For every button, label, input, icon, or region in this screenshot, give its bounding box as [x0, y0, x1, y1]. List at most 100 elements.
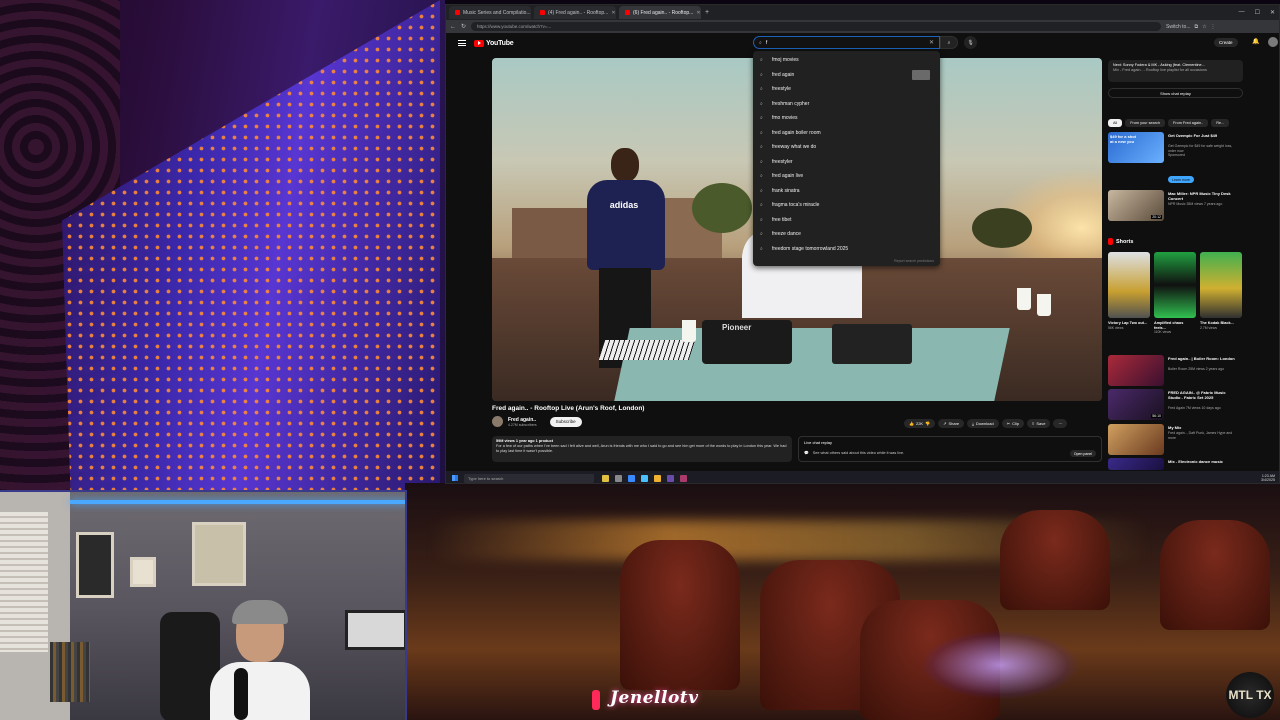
youtube-logo[interactable]: YouTube: [474, 39, 514, 47]
streamer: [200, 600, 320, 720]
menu-icon[interactable]: ⋮: [1211, 24, 1216, 30]
like-button[interactable]: 👍 22K 👎: [904, 419, 936, 428]
search-suggestion[interactable]: ⌕ fragma toca's miracle: [753, 198, 940, 213]
keyboard-synth: [598, 340, 696, 360]
app-icon[interactable]: [680, 474, 687, 482]
more-actions-button[interactable]: ⋯: [1053, 419, 1068, 428]
channel-avatar[interactable]: [492, 416, 503, 427]
mix-item[interactable]: Mix - Electronic dance music: [1108, 458, 1243, 472]
task-view-icon[interactable]: [615, 474, 622, 482]
recommendation-item[interactable]: 20:12 Mac Miller: NPR Music Tiny Desk Co…: [1108, 190, 1243, 222]
reload-icon[interactable]: ↻: [461, 23, 466, 30]
recommendation-item[interactable]: Fred again.. | Boiler Room: London Boile…: [1108, 355, 1243, 387]
search-icon: ⌕: [760, 202, 763, 209]
file-explorer-icon[interactable]: [654, 474, 661, 482]
clip-button[interactable]: ✂ Clip: [1001, 419, 1024, 428]
video-thumbnail: [1108, 355, 1164, 386]
search-suggestion[interactable]: ⌕ fmo movies: [753, 111, 940, 126]
notifications-bell-icon[interactable]: 🔔: [1252, 38, 1259, 45]
search-icon: ⌕: [760, 158, 763, 165]
extensions-icon[interactable]: ⧉: [1194, 24, 1198, 30]
open-panel-button[interactable]: Open panel: [1069, 450, 1096, 457]
new-tab-icon[interactable]: +: [705, 9, 709, 16]
search-icon: ⌕: [759, 39, 762, 46]
minimize-icon[interactable]: —: [1239, 9, 1245, 16]
wall-sign: [130, 557, 156, 587]
start-icon[interactable]: [452, 475, 458, 481]
show-chat-replay-button[interactable]: Show chat replay: [1108, 88, 1243, 98]
search-suggestion[interactable]: ⌕ fred again live: [753, 169, 940, 184]
up-next-card[interactable]: Next: Sonny Fodera & MK - Asking (feat. …: [1108, 60, 1243, 82]
account-avatar[interactable]: [1268, 37, 1278, 47]
taskbar-search-input[interactable]: Type here to search: [464, 473, 594, 483]
close-icon[interactable]: ✕: [696, 10, 700, 16]
video-thumbnail: 56:10: [1108, 389, 1164, 420]
edge-icon[interactable]: [628, 474, 635, 482]
microphone-icon[interactable]: 🎙: [964, 36, 977, 49]
search-suggestion[interactable]: ⌕ fred again: [753, 68, 940, 83]
chip-all[interactable]: All: [1108, 119, 1123, 127]
learn-more-button[interactable]: Learn more: [1168, 176, 1194, 183]
search-icon: ⌕: [760, 71, 763, 78]
widgets-icon[interactable]: [602, 474, 609, 482]
search-icon: ⌕: [760, 187, 763, 194]
wall-painting: [192, 522, 246, 586]
search-suggestion[interactable]: ⌕ freestyler: [753, 155, 940, 170]
maximize-icon[interactable]: ☐: [1255, 9, 1260, 16]
short-item[interactable]: Victory Lap Two out... 56K views: [1108, 252, 1150, 334]
search-icon: ⌕: [760, 245, 763, 252]
back-icon[interactable]: ←: [450, 24, 456, 30]
address-bar[interactable]: https://www.youtube.com/watch?v=...: [471, 22, 1162, 31]
short-item[interactable]: The Kodak Black... 2.7M views: [1200, 252, 1242, 334]
ad-item[interactable]: $49 for a shot at a new you Get Ozempic …: [1108, 132, 1243, 164]
shorts-shelf: Victory Lap Two out... 56K views Amplifi…: [1108, 252, 1242, 334]
tab-music-series[interactable]: Music Series and Compilatio...✕: [449, 6, 531, 19]
youtube-favicon-icon: [455, 10, 460, 15]
chip-related[interactable]: Re...: [1211, 119, 1230, 127]
create-button[interactable]: Create: [1214, 38, 1238, 47]
hamburger-menu-icon[interactable]: [458, 40, 466, 46]
search-input[interactable]: ⌕ f ✕: [753, 36, 940, 49]
report-predictions-link[interactable]: Report search predictions: [894, 259, 934, 263]
short-item[interactable]: Amplified chaos feels... 110K views: [1154, 252, 1196, 334]
search-suggestion[interactable]: ⌕ freestyle: [753, 82, 940, 97]
close-window-icon[interactable]: ✕: [1270, 9, 1275, 16]
search-button[interactable]: ⌕: [940, 36, 958, 49]
system-tray-clock[interactable]: 1:23 AM 3/4/2025: [1261, 474, 1275, 483]
chip-from-search[interactable]: From your search: [1125, 119, 1165, 127]
chip-from-channel[interactable]: From Fred again..: [1168, 119, 1209, 127]
recommendation-item[interactable]: 56:10 FRED AGAIN.. @ Fabric Music Studio…: [1108, 389, 1243, 421]
cup: [1017, 288, 1031, 310]
search-suggestion[interactable]: ⌕ freshman cypher: [753, 97, 940, 112]
tab-rooftop-2[interactable]: (6) Fred again.. - Rooftop... ✕: [619, 6, 701, 19]
thumbs-down-icon[interactable]: 👎: [925, 421, 930, 426]
close-icon[interactable]: ✕: [611, 10, 615, 16]
download-button[interactable]: ⤓ Download: [967, 419, 999, 428]
search-suggestion[interactable]: ⌕ freeze dance: [753, 227, 940, 242]
profile-switch[interactable]: Switch to...: [1166, 24, 1190, 30]
chrome-icon[interactable]: [641, 474, 648, 482]
youtube-header: YouTube ⌕ f ✕ ⌕ 🎙 Create 🔔: [446, 33, 1279, 53]
media-shelf: [50, 642, 90, 702]
share-icon: ↗: [943, 421, 947, 426]
mix-item[interactable]: My Mix Fred again.., Daft Punk, James Hy…: [1108, 424, 1243, 456]
save-button[interactable]: ≡ Save: [1026, 419, 1051, 428]
subscribe-button[interactable]: Subscribe: [549, 416, 582, 427]
channel-name[interactable]: Fred again..: [508, 417, 537, 423]
clear-search-icon[interactable]: ✕: [929, 39, 934, 46]
search-suggestion[interactable]: ⌕ freedom stage tomorrowland 2025: [753, 242, 940, 257]
youtube-play-icon: [474, 39, 484, 47]
description-box[interactable]: 59M views 1 year ago 1 product For a few…: [492, 436, 792, 462]
stream-overlay: Music Series and Compilatio...✕ (4) Fred…: [0, 0, 1280, 720]
share-button[interactable]: ↗ Share: [938, 419, 965, 428]
tab-rooftop-1[interactable]: (4) Fred again.. - Rooftop... ✕: [534, 6, 616, 19]
deck-brand-label: Pioneer: [722, 323, 752, 332]
search-suggestion[interactable]: ⌕ fmoj movies: [753, 53, 940, 68]
search-suggestion[interactable]: ⌕ freeway what we do: [753, 140, 940, 155]
search-suggestion[interactable]: ⌕ fred again boiler room: [753, 126, 940, 141]
bookmark-icon[interactable]: ☆: [1202, 24, 1206, 30]
search-suggestion[interactable]: ⌕ frank sinatra: [753, 184, 940, 199]
search-suggestion[interactable]: ⌕ free tibet: [753, 213, 940, 228]
app-icon[interactable]: [667, 474, 674, 482]
ad-thumbnail: $49 for a shot at a new you: [1108, 132, 1164, 163]
